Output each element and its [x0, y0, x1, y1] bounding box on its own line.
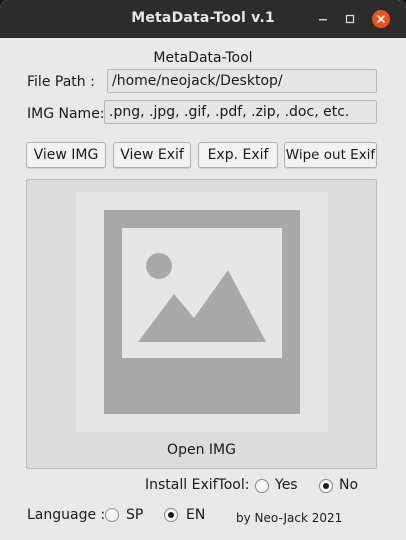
minimize-icon [319, 19, 327, 21]
image-placeholder-icon [76, 192, 328, 432]
image-preview-panel[interactable]: Open IMG [26, 179, 377, 469]
open-img-caption: Open IMG [167, 442, 236, 458]
install-yes-radio[interactable] [255, 479, 269, 493]
language-sp-radio[interactable] [105, 508, 119, 522]
img-name-input[interactable] [104, 100, 377, 124]
file-path-label: File Path : [27, 74, 95, 90]
install-no-radio[interactable] [319, 479, 333, 493]
view-img-button[interactable]: View IMG [26, 142, 106, 168]
view-exif-button[interactable]: View Exif [113, 142, 191, 168]
language-sp-label: SP [126, 507, 144, 523]
install-yes-label: Yes [275, 477, 298, 493]
app-window: MetaData-Tool v.1 MetaData-Tool File Pat… [0, 0, 406, 540]
export-exif-button[interactable]: Exp. Exif [198, 142, 278, 168]
main-content: MetaData-Tool File Path : IMG Name: View… [0, 38, 406, 540]
close-icon [377, 15, 385, 23]
app-heading: MetaData-Tool [153, 50, 253, 66]
close-button[interactable] [372, 10, 390, 28]
minimize-button[interactable] [314, 10, 332, 28]
language-label: Language : [27, 507, 106, 523]
language-en-label: EN [186, 507, 206, 523]
maximize-icon [345, 14, 355, 24]
file-path-input[interactable] [107, 69, 377, 93]
maximize-button[interactable] [341, 10, 359, 28]
install-exiftool-label: Install ExifTool: [145, 477, 250, 493]
language-en-radio[interactable] [164, 508, 178, 522]
title-bar[interactable]: MetaData-Tool v.1 [0, 0, 406, 38]
credit-text: by Neo-Jack 2021 [236, 511, 343, 525]
install-no-label: No [339, 477, 359, 493]
img-name-label: IMG Name: [27, 106, 105, 122]
wipe-exif-button[interactable]: Wipe out Exif [284, 142, 377, 168]
